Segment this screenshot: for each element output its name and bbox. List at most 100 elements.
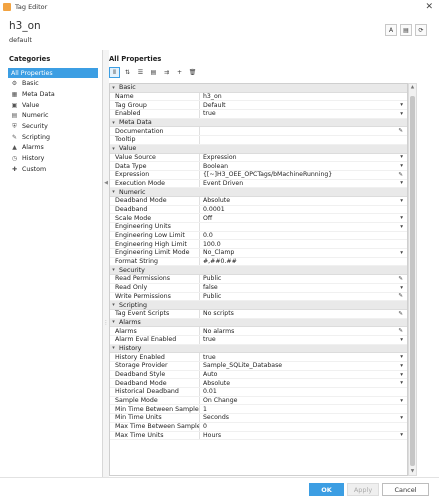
- property-value[interactable]: true ▾: [200, 353, 407, 361]
- collapse-section-icon[interactable]: ▾: [110, 319, 117, 325]
- property-value[interactable]: Default ▾: [200, 101, 407, 109]
- dropdown-arrow-icon[interactable]: ▾: [400, 214, 403, 222]
- collapse-section-icon[interactable]: ▾: [110, 267, 117, 273]
- collapse-section-icon[interactable]: ▾: [110, 345, 117, 351]
- collapse-section-icon[interactable]: ▾: [110, 146, 117, 152]
- property-row[interactable]: Write Permissions Public ✎: [110, 292, 407, 302]
- dropdown-arrow-icon[interactable]: ▾: [400, 101, 403, 109]
- property-value[interactable]: Public ✎: [200, 293, 407, 301]
- property-row[interactable]: Execution Mode Event Driven ▾: [110, 179, 407, 189]
- property-value[interactable]: No alarms ✎: [200, 327, 407, 335]
- property-value[interactable]: 0.0001: [200, 206, 407, 214]
- category-basic[interactable]: ⚙ Basic: [8, 79, 98, 89]
- property-row[interactable]: Min Time Units Seconds ▾: [110, 414, 407, 423]
- property-row[interactable]: Max Time Between Samples 0: [110, 422, 407, 432]
- sort-icon[interactable]: ⇅: [122, 67, 133, 78]
- font-icon[interactable]: A: [385, 24, 397, 36]
- dropdown-arrow-icon[interactable]: ▾: [400, 180, 403, 188]
- section-scripting[interactable]: ▾ Scripting: [110, 301, 407, 310]
- property-value[interactable]: Public ✎: [200, 275, 407, 283]
- dropdown-arrow-icon[interactable]: ▾: [400, 432, 403, 440]
- property-value[interactable]: Hours ▾: [200, 432, 407, 440]
- property-row[interactable]: Deadband Mode Absolute ▾: [110, 379, 407, 389]
- property-value[interactable]: Absolute ▾: [200, 379, 407, 387]
- property-row[interactable]: Deadband Mode Absolute ▾: [110, 196, 407, 206]
- property-value[interactable]: {[~]H3_OEE_OPCTags/bMachineRunning} ✎: [200, 171, 407, 179]
- scroll-up-icon[interactable]: ▲: [409, 85, 416, 90]
- property-value[interactable]: No scripts ✎: [200, 310, 407, 318]
- property-row[interactable]: Historical Deadband 0.01: [110, 388, 407, 397]
- property-value[interactable]: Event Driven ▾: [200, 180, 407, 188]
- property-value[interactable]: true ▾: [200, 336, 407, 344]
- property-value[interactable]: [200, 136, 407, 144]
- property-row[interactable]: History Enabled true ▾: [110, 353, 407, 362]
- category-history[interactable]: ◷ History: [8, 154, 98, 164]
- category-security[interactable]: ⛨ Security: [8, 121, 98, 131]
- property-row[interactable]: Min Time Between Samples 1: [110, 405, 407, 415]
- property-row[interactable]: Data Type Boolean ▾: [110, 162, 407, 171]
- category-meta-data[interactable]: ▦ Meta Data: [8, 89, 98, 99]
- section-meta-data[interactable]: ▾ Meta Data: [110, 118, 407, 128]
- ok-button[interactable]: OK: [309, 483, 344, 496]
- section-value[interactable]: ▾ Value: [110, 144, 407, 154]
- property-row[interactable]: Format String #,##0.##: [110, 257, 407, 267]
- scroll-thumb[interactable]: [410, 96, 415, 466]
- category-alarms[interactable]: ▲ Alarms: [8, 143, 98, 153]
- list-icon[interactable]: ☰: [135, 67, 146, 78]
- dropdown-arrow-icon[interactable]: ▾: [400, 379, 403, 387]
- property-value[interactable]: Off ▾: [200, 214, 407, 222]
- dropdown-arrow-icon[interactable]: ▾: [400, 353, 403, 361]
- property-value[interactable]: Sample_SQLite_Database ▾: [200, 362, 407, 370]
- collapse-section-icon[interactable]: ▾: [110, 85, 117, 91]
- property-row[interactable]: Name h3_on: [110, 92, 407, 102]
- category-all-properties[interactable]: All Properties: [8, 68, 98, 79]
- dropdown-arrow-icon[interactable]: ▾: [400, 110, 403, 118]
- dropdown-arrow-icon[interactable]: ▾: [400, 284, 403, 292]
- category-custom[interactable]: ✚ Custom: [8, 164, 98, 174]
- dropdown-arrow-icon[interactable]: ▾: [400, 336, 403, 344]
- section-security[interactable]: ▾ Security: [110, 266, 407, 276]
- property-value[interactable]: Absolute ▾: [200, 197, 407, 205]
- dropdown-arrow-icon[interactable]: ▾: [400, 414, 403, 422]
- property-value[interactable]: 1: [200, 405, 407, 413]
- collapse-all-icon[interactable]: ⇉: [161, 67, 172, 78]
- property-row[interactable]: Tag Event Scripts No scripts ✎: [110, 309, 407, 319]
- category-numeric[interactable]: ▤ Numeric: [8, 111, 98, 121]
- section-alarms[interactable]: ▾ Alarms: [110, 318, 407, 328]
- add-icon[interactable]: +: [174, 67, 185, 78]
- property-value[interactable]: Expression ▾: [200, 154, 407, 162]
- collapse-section-icon[interactable]: ▾: [110, 189, 117, 195]
- property-value[interactable]: 0: [200, 423, 407, 431]
- section-basic[interactable]: ▾ Basic: [110, 84, 407, 93]
- delete-icon[interactable]: 🗑: [187, 67, 198, 78]
- property-row[interactable]: Storage Provider Sample_SQLite_Database ▾: [110, 362, 407, 371]
- collapse-section-icon[interactable]: ▾: [110, 302, 117, 308]
- property-row[interactable]: Engineering Low Limit 0.0: [110, 231, 407, 241]
- property-row[interactable]: Read Permissions Public ✎: [110, 275, 407, 284]
- property-value[interactable]: Seconds ▾: [200, 414, 407, 422]
- dropdown-arrow-icon[interactable]: ▾: [400, 249, 403, 257]
- property-row[interactable]: Tag Group Default ▾: [110, 101, 407, 111]
- dropdown-arrow-icon[interactable]: ▾: [400, 362, 403, 370]
- dropdown-arrow-icon[interactable]: ▾: [400, 154, 403, 162]
- property-row[interactable]: Tooltip: [110, 136, 407, 145]
- property-row[interactable]: Enabled true ▾: [110, 110, 407, 119]
- dropdown-arrow-icon[interactable]: ▾: [400, 197, 403, 205]
- cancel-button[interactable]: Cancel: [382, 483, 429, 496]
- edit-icon[interactable]: ✎: [398, 275, 403, 283]
- property-row[interactable]: Engineering High Limit 100.0: [110, 240, 407, 250]
- dropdown-arrow-icon[interactable]: ▾: [400, 162, 403, 170]
- property-row[interactable]: Alarm Eval Enabled true ▾: [110, 335, 407, 345]
- section-history[interactable]: ▾ History: [110, 344, 407, 354]
- property-value[interactable]: #,##0.##: [200, 258, 407, 266]
- property-row[interactable]: Documentation ✎: [110, 127, 407, 137]
- edit-icon[interactable]: ✎: [398, 327, 403, 335]
- dropdown-arrow-icon[interactable]: ▾: [400, 223, 403, 231]
- property-value[interactable]: ▾: [200, 223, 407, 231]
- edit-icon[interactable]: ✎: [398, 171, 403, 179]
- property-row[interactable]: Expression {[~]H3_OEE_OPCTags/bMachineRun…: [110, 170, 407, 180]
- edit-icon[interactable]: ✎: [398, 310, 403, 318]
- property-value[interactable]: h3_on: [200, 93, 407, 101]
- dropdown-arrow-icon[interactable]: ▾: [400, 371, 403, 379]
- property-row[interactable]: Scale Mode Off ▾: [110, 214, 407, 223]
